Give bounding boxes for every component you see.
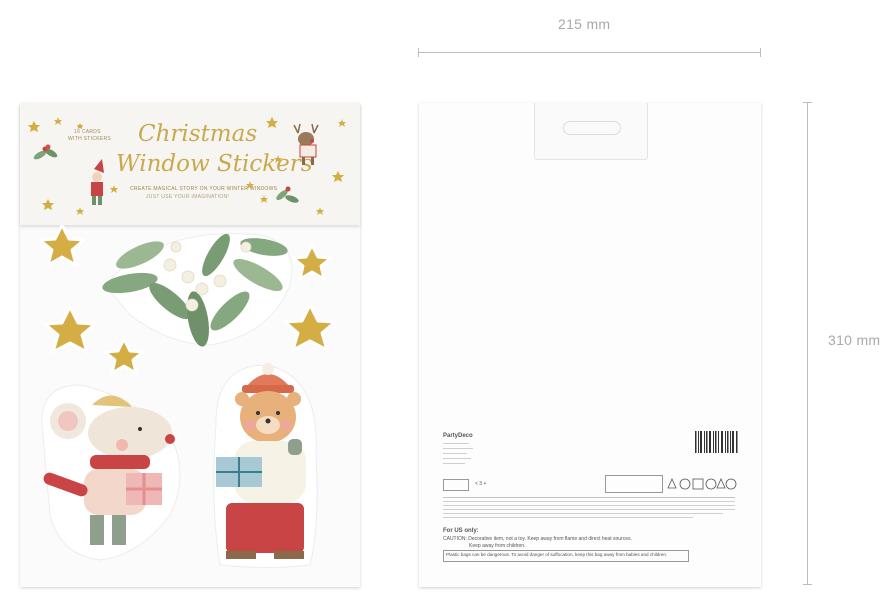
multilingual-text	[443, 497, 735, 498]
holly-right-icon	[276, 186, 299, 203]
mistletoe-icon	[102, 233, 293, 347]
caution-line-2: Keep away from children.	[469, 543, 526, 549]
age-warning-box	[443, 479, 469, 491]
holly-icon	[33, 144, 58, 160]
hang-hole	[563, 121, 621, 135]
info-table	[605, 475, 663, 493]
bear-sticker-icon	[213, 363, 318, 568]
sticker-sheet	[38, 225, 337, 568]
reindeer-icon	[293, 123, 319, 165]
mouse-sticker-icon	[41, 384, 181, 561]
height-dimension-line	[807, 102, 808, 584]
width-label: 215 mm	[558, 16, 611, 32]
safety-symbols-icon	[667, 478, 737, 490]
package-back: PartyDeco < 3 + For US only: CAUTION: De…	[419, 103, 761, 587]
for-us-title: For US only:	[443, 528, 479, 534]
plastic-warning: Plastic bags can be dangerous. To avoid …	[446, 552, 668, 557]
brand-logo: PartyDeco	[443, 433, 473, 439]
package-header: 16 CARDS WITH STICKERS Christmas Window …	[20, 103, 360, 225]
header-decorations	[28, 117, 346, 215]
hang-tab	[534, 103, 648, 160]
age-label: < 3 +	[475, 481, 487, 487]
caution-line-1: CAUTION: Decorative item, not a toy. Kee…	[443, 536, 632, 542]
barcode-icon	[695, 431, 738, 453]
width-dimension-line	[418, 52, 760, 53]
height-label: 310 mm	[828, 332, 881, 348]
elf-icon	[91, 159, 104, 205]
package-front: 16 CARDS WITH STICKERS Christmas Window …	[20, 103, 360, 587]
